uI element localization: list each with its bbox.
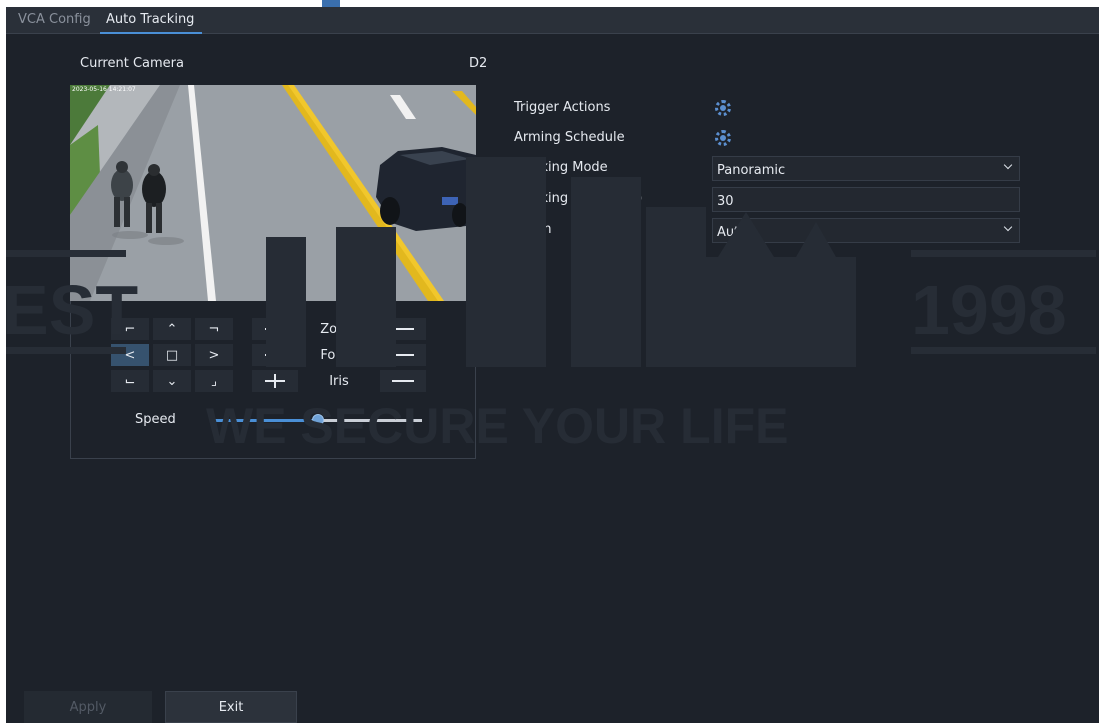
focus-far-button[interactable] <box>380 344 426 366</box>
zoom-in-button[interactable] <box>252 318 298 340</box>
ptz-center-button[interactable]: □ <box>153 344 191 366</box>
tracking-timeout-label: Tracking Timeout(s) <box>514 191 643 206</box>
tracking-mode-select[interactable]: Panoramic <box>712 156 1020 181</box>
tracking-timeout-value: 30 <box>717 194 734 209</box>
speed-label: Speed <box>135 412 176 427</box>
tab-vca-config[interactable]: VCA Config <box>18 12 91 27</box>
arming-schedule-gear-icon[interactable] <box>715 130 731 146</box>
zoom-out-button[interactable] <box>380 318 426 340</box>
ptz-down-right-button[interactable]: ⌟ <box>195 370 233 392</box>
zoom-label: Zoom <box>320 321 358 337</box>
minus-icon <box>392 380 414 382</box>
iris-close-button[interactable] <box>380 370 426 392</box>
auto-tracking-window: VCA Config Auto Tracking Current Camera … <box>6 7 1099 723</box>
exit-button[interactable]: Exit <box>165 691 297 723</box>
focus-near-button[interactable] <box>252 344 298 366</box>
ptz-right-button[interactable]: > <box>195 344 233 366</box>
minus-icon <box>392 354 414 356</box>
tracking-timeout-input[interactable]: 30 <box>712 187 1020 212</box>
zoom-mode-value: Auto <box>717 225 748 240</box>
iris-open-button[interactable] <box>252 370 298 392</box>
top-marker <box>322 0 340 7</box>
tab-auto-tracking[interactable]: Auto Tracking <box>99 12 203 34</box>
tab-bar: VCA Config Auto Tracking <box>6 7 1099 34</box>
zoom-mode-select[interactable]: Auto <box>712 218 1020 243</box>
minus-icon <box>392 328 414 330</box>
watermark-right-text: 1998 <box>911 271 1067 349</box>
plus-icon <box>265 322 285 336</box>
ptz-down-button[interactable]: ⌄ <box>153 370 191 392</box>
focus-label: Focus <box>320 347 358 363</box>
speed-slider-fill <box>214 419 318 422</box>
plus-icon <box>265 348 285 362</box>
trigger-actions-label: Trigger Actions <box>514 100 611 115</box>
video-frame <box>70 85 476 301</box>
chevron-down-icon <box>1003 160 1013 170</box>
tracking-mode-value: Panoramic <box>717 163 786 178</box>
trigger-actions-gear-icon[interactable] <box>715 100 731 116</box>
chevron-down-icon <box>1003 222 1013 232</box>
live-video-preview[interactable]: 2023-05-16 14:21:07 <box>70 85 476 301</box>
apply-button[interactable]: Apply <box>24 691 152 723</box>
tracking-mode-label: Tracking Mode <box>514 160 608 175</box>
arming-schedule-label: Arming Schedule <box>514 130 625 145</box>
speed-slider[interactable] <box>214 414 422 426</box>
ptz-down-left-button[interactable]: ⌙ <box>111 370 149 392</box>
plus-icon <box>265 374 285 388</box>
speed-slider-thumb[interactable] <box>312 414 324 426</box>
current-camera-value: D2 <box>469 56 488 71</box>
iris-label: Iris <box>329 373 349 389</box>
video-osd-timestamp: 2023-05-16 14:21:07 <box>72 86 136 93</box>
zoom-setting-label: Zoom <box>514 222 552 237</box>
ptz-up-right-button[interactable]: ¬ <box>195 318 233 340</box>
current-camera-label: Current Camera <box>80 56 184 71</box>
ptz-left-button[interactable]: < <box>111 344 149 366</box>
ptz-up-button[interactable]: ⌃ <box>153 318 191 340</box>
ptz-up-left-button[interactable]: ⌐ <box>111 318 149 340</box>
